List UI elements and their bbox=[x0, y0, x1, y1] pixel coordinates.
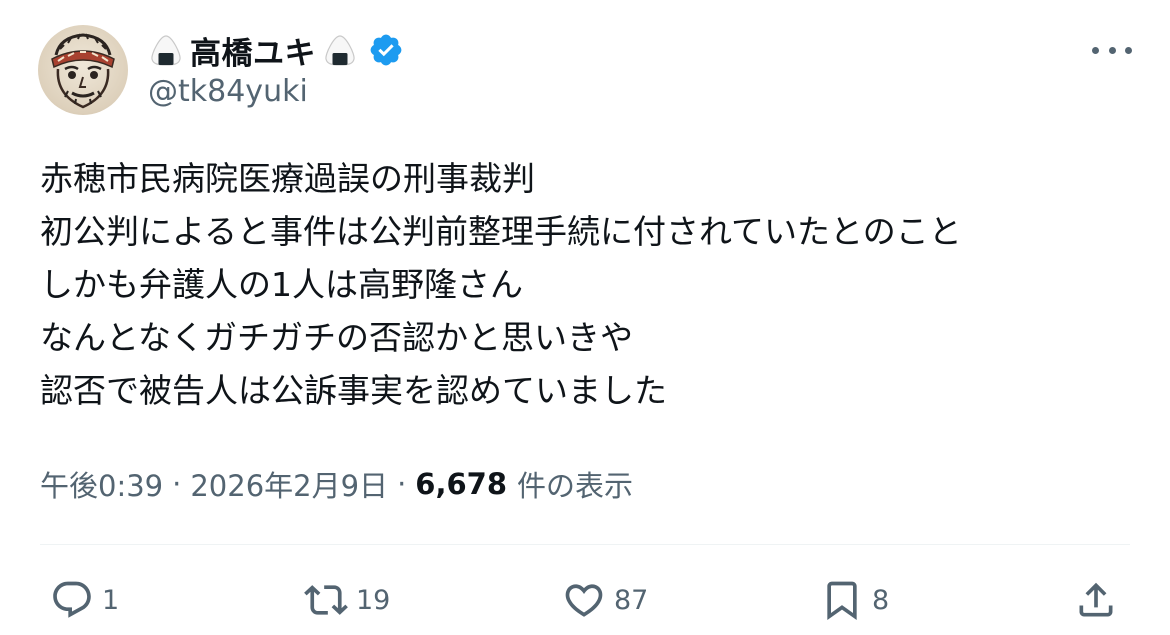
action-bar: 1 19 87 8 bbox=[0, 574, 1170, 626]
bookmark-count: 8 bbox=[872, 584, 890, 616]
meta-separator: · bbox=[397, 467, 407, 501]
like-button[interactable]: 87 bbox=[562, 574, 648, 626]
dot bbox=[1108, 46, 1116, 54]
tweet-text: 赤穂市民病院医療過誤の刑事裁判 初公判によると事件は公判前整理手続に付されていた… bbox=[40, 152, 1130, 417]
tweet-text-line: 初公判によると事件は公判前整理手続に付されていたとのこと bbox=[40, 212, 962, 251]
bookmark-button[interactable]: 8 bbox=[820, 574, 889, 626]
post-date[interactable]: 2026年2月9日 bbox=[190, 463, 388, 505]
bookmark-icon bbox=[827, 581, 857, 621]
views-label: 件の表示 bbox=[517, 469, 634, 503]
share-button[interactable] bbox=[1074, 574, 1118, 626]
avatar[interactable] bbox=[38, 25, 128, 115]
tweet-text-line: しかも弁護人の1人は高野隆さん bbox=[40, 265, 523, 304]
avatar-drawing bbox=[51, 33, 115, 109]
more-options-icon[interactable] bbox=[1092, 44, 1132, 56]
retweet-button[interactable]: 19 bbox=[304, 574, 390, 626]
reply-icon bbox=[53, 581, 91, 618]
tweet-card: 高橋ユキ @tk84yuki 赤穂市民病院医療過誤の刑事裁判 初公判によると事件… bbox=[0, 0, 1170, 635]
views-count: 6,678 bbox=[415, 467, 508, 501]
retweet-icon bbox=[304, 585, 348, 615]
dot bbox=[1125, 46, 1132, 54]
dot bbox=[1092, 46, 1099, 54]
retweet-count: 19 bbox=[356, 584, 391, 616]
tweet-text-line: 赤穂市民病院医療過誤の刑事裁判 bbox=[40, 159, 535, 198]
divider bbox=[40, 544, 1130, 545]
tweet-meta: 午後0:39 · 2026年2月9日 · 6,678 件の表示 bbox=[40, 464, 633, 504]
display-name[interactable]: 高橋ユキ bbox=[190, 28, 316, 73]
meta-separator: · bbox=[172, 467, 182, 501]
name-row[interactable]: 高橋ユキ bbox=[148, 28, 404, 72]
verified-badge-icon[interactable] bbox=[368, 32, 404, 68]
heart-icon bbox=[565, 584, 603, 617]
like-count: 87 bbox=[614, 584, 649, 616]
tweet-text-line: なんとなくガチガチの否認かと思いきや bbox=[40, 318, 634, 357]
share-icon bbox=[1079, 582, 1113, 617]
user-handle[interactable]: @tk84yuki bbox=[148, 74, 308, 109]
onigiri-icon bbox=[151, 35, 181, 66]
onigiri-icon bbox=[325, 35, 355, 66]
reply-count: 1 bbox=[102, 584, 120, 616]
reply-button[interactable]: 1 bbox=[50, 574, 119, 626]
tweet-text-line: 認否で被告人は公訴事実を認めていました bbox=[40, 371, 667, 410]
post-time[interactable]: 午後0:39 bbox=[40, 463, 163, 505]
